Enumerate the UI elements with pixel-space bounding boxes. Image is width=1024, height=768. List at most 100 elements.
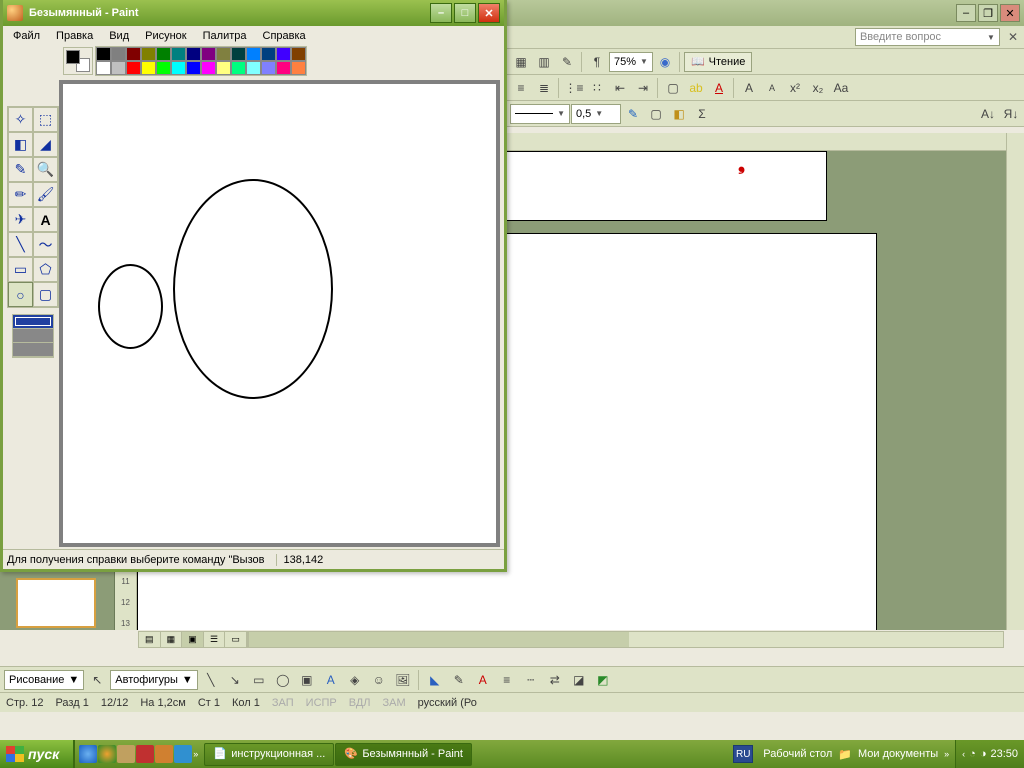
dash-style-icon[interactable]: ┄ [520, 669, 542, 691]
ql-icon-4[interactable] [136, 745, 154, 763]
columns-icon[interactable]: ▥ [533, 51, 555, 73]
line-tool[interactable]: ╲ [8, 232, 33, 257]
color-swatch[interactable] [216, 61, 231, 75]
superscript-icon[interactable]: x² [784, 77, 806, 99]
pilcrow-icon[interactable]: ¶ [586, 51, 608, 73]
tray-icon-2[interactable]: ◑ [980, 748, 987, 760]
line-color-icon[interactable]: ✎ [622, 103, 644, 125]
paint-maximize-button[interactable]: □ [454, 3, 476, 23]
line-weight-combo[interactable]: 0,5▼ [571, 104, 621, 124]
my-documents-link[interactable]: Мои документы [858, 748, 938, 760]
magnifier-tool[interactable]: 🔍 [33, 157, 58, 182]
reading-view-icon[interactable]: ▭ [225, 632, 247, 647]
color-swatch[interactable] [291, 47, 306, 61]
textbox-tool-icon[interactable]: ▣ [296, 669, 318, 691]
rectangle-tool-icon[interactable]: ▭ [248, 669, 270, 691]
normal-view-icon[interactable]: ▤ [139, 632, 161, 647]
arrow-style-icon[interactable]: ⇄ [544, 669, 566, 691]
color-swatch[interactable] [201, 47, 216, 61]
fill-outline-fill[interactable] [13, 329, 53, 343]
numbering-icon[interactable]: ⋮≡ [563, 77, 585, 99]
doc-close-button[interactable]: ✕ [1008, 30, 1018, 44]
sort-desc-icon[interactable]: Я↓ [1000, 103, 1022, 125]
tray-expand-icon[interactable]: ‹ [962, 749, 965, 759]
web-view-icon[interactable]: ▦ [161, 632, 183, 647]
vertical-scrollbar[interactable] [1006, 133, 1024, 630]
word-minimize-button[interactable]: – [956, 4, 976, 22]
color-swatch[interactable] [261, 61, 276, 75]
align-justify-icon[interactable]: ≡ [510, 77, 532, 99]
curve-tool[interactable]: 〜 [33, 232, 58, 257]
paint-close-button[interactable]: ✕ [478, 3, 500, 23]
line-tool-icon[interactable]: ╲ [200, 669, 222, 691]
text-tool[interactable]: A [33, 207, 58, 232]
shadow-icon[interactable]: ◪ [568, 669, 590, 691]
menu-image[interactable]: Рисунок [139, 28, 193, 44]
rounded-rect-tool[interactable]: ▢ [33, 282, 58, 307]
rectangle-tool[interactable]: ▭ [8, 257, 33, 282]
autoshapes-menu[interactable]: Автофигуры▼ [110, 670, 197, 690]
oval-tool-icon[interactable]: ◯ [272, 669, 294, 691]
font-color-icon[interactable]: A [708, 77, 730, 99]
line-style-icon[interactable]: ≡ [496, 669, 518, 691]
tray-icon-1[interactable]: ◔ [969, 748, 976, 760]
desk-expand-icon[interactable]: » [944, 749, 949, 759]
color-swatch[interactable] [246, 47, 261, 61]
color-swatch[interactable] [186, 47, 201, 61]
picture-icon[interactable]: 🖼 [392, 669, 414, 691]
print-view-icon[interactable]: ▣ [182, 632, 204, 647]
color-swatch[interactable] [156, 61, 171, 75]
diagram-icon[interactable]: ◈ [344, 669, 366, 691]
change-case-icon[interactable]: Aa [830, 77, 852, 99]
sort-asc-icon[interactable]: A↓ [977, 103, 999, 125]
color-swatch[interactable] [96, 61, 111, 75]
polygon-tool[interactable]: ⬠ [33, 257, 58, 282]
clipart-icon[interactable]: ☺ [368, 669, 390, 691]
language-indicator[interactable]: RU [733, 745, 753, 763]
grow-font-icon[interactable]: A [738, 77, 760, 99]
brush-tool[interactable]: 🖌 [33, 182, 58, 207]
wordart-icon[interactable]: A [320, 669, 342, 691]
ql-expand-icon[interactable]: » [193, 749, 198, 759]
fill-solid[interactable] [13, 343, 53, 357]
word-close-button[interactable]: ✕ [1000, 4, 1020, 22]
color-swatch[interactable] [276, 47, 291, 61]
shading-icon[interactable]: ◧ [668, 103, 690, 125]
rect-select-tool[interactable]: ⬚ [33, 107, 58, 132]
autosum-icon[interactable]: Σ [691, 103, 713, 125]
color-swatch[interactable] [276, 61, 291, 75]
bullets-icon[interactable]: ∷ [586, 77, 608, 99]
color-swatch[interactable] [231, 47, 246, 61]
color-swatch[interactable] [141, 47, 156, 61]
color-swatch[interactable] [231, 61, 246, 75]
color-swatch[interactable] [246, 61, 261, 75]
decrease-indent-icon[interactable]: ⇤ [609, 77, 631, 99]
outline-view-icon[interactable]: ☰ [204, 632, 226, 647]
fill-style-options[interactable] [12, 314, 54, 358]
thumbnail-page[interactable] [16, 578, 96, 628]
menu-view[interactable]: Вид [103, 28, 135, 44]
line-spacing-icon[interactable]: ≣ [533, 77, 555, 99]
fill-outline-only[interactable] [13, 315, 53, 329]
fill-tool[interactable]: ◢ [33, 132, 58, 157]
ie-icon[interactable] [79, 745, 97, 763]
border-style-icon[interactable]: ▢ [645, 103, 667, 125]
color-swatch[interactable] [126, 47, 141, 61]
highlight-icon[interactable]: ab [685, 77, 707, 99]
view-buttons[interactable]: ▤ ▦ ▣ ☰ ▭ [138, 631, 248, 648]
shrink-font-icon[interactable]: A [761, 77, 783, 99]
select-objects-icon[interactable]: ↖ [86, 669, 108, 691]
menu-colors[interactable]: Палитра [197, 28, 253, 44]
color-swatch[interactable] [111, 47, 126, 61]
color-swatch[interactable] [171, 47, 186, 61]
help-icon[interactable]: ◉ [654, 51, 676, 73]
borders-icon[interactable]: ▢ [662, 77, 684, 99]
color-swatch[interactable] [126, 61, 141, 75]
line-style-combo[interactable]: ▼ [510, 104, 570, 124]
arrow-tool-icon[interactable]: ↘ [224, 669, 246, 691]
menu-file[interactable]: Файл [7, 28, 46, 44]
color-swatch[interactable] [141, 61, 156, 75]
eyedropper-tool[interactable]: ✎ [8, 157, 33, 182]
taskbar-button-word[interactable]: 📄 инструкционная ... [204, 743, 334, 766]
start-button[interactable]: пуск [0, 740, 75, 768]
